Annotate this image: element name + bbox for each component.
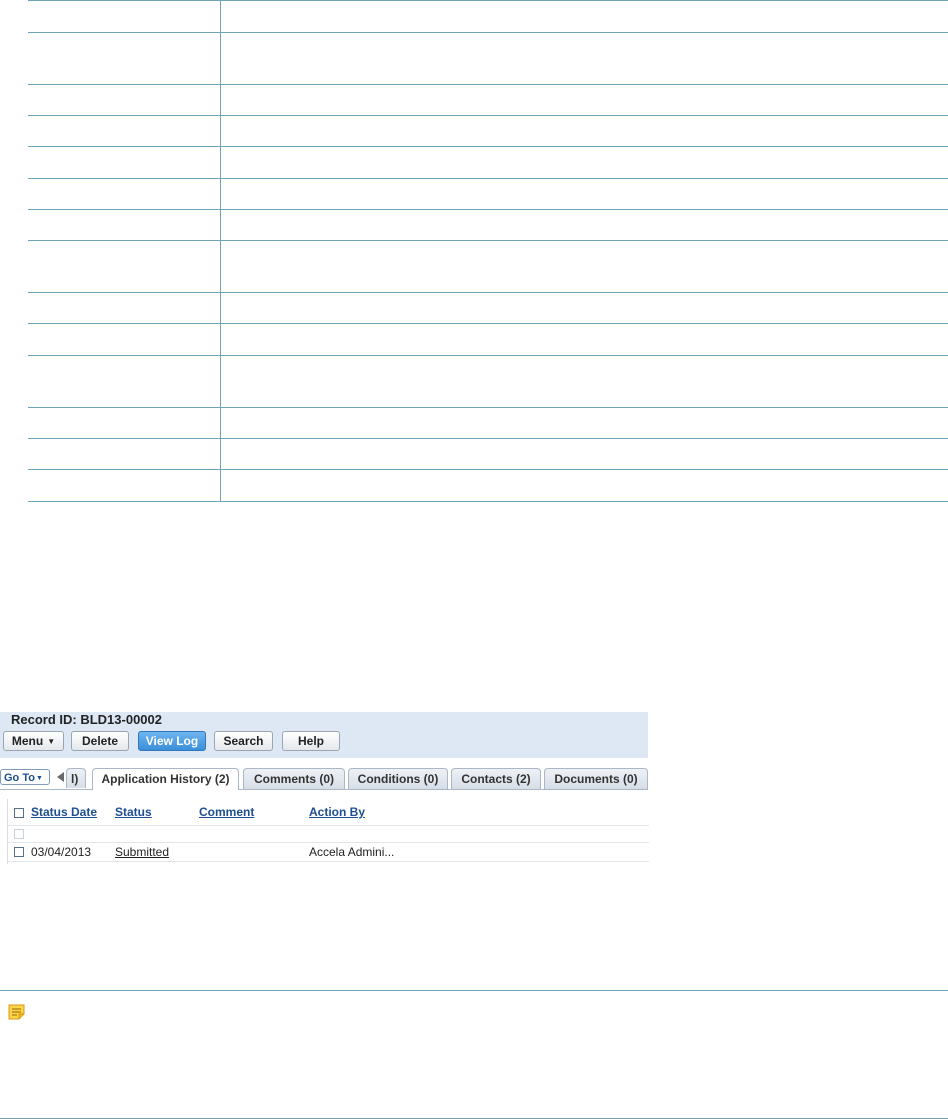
tab-comments[interactable]: Comments (0) <box>243 768 345 789</box>
table-rule <box>28 501 948 502</box>
tab-conditions[interactable]: Conditions (0) <box>348 768 448 789</box>
table-rule <box>28 469 948 470</box>
row-checkbox[interactable] <box>14 829 24 839</box>
tab-application-history[interactable]: Application History (2) <box>92 768 239 790</box>
table-rule <box>28 407 948 408</box>
table-rule <box>28 0 948 1</box>
table-rule <box>28 240 948 241</box>
view-log-button[interactable]: View Log <box>138 731 206 751</box>
go-to-dropdown[interactable]: Go To▼ <box>0 769 50 785</box>
column-status-date[interactable]: Status Date <box>31 805 97 819</box>
doc-table <box>28 0 948 502</box>
cell-status-date: 03/04/2013 <box>31 845 92 859</box>
record-id-label: Record ID: BLD13-00002 <box>11 712 162 727</box>
chevron-down-icon: ▼ <box>47 737 56 746</box>
table-rule <box>28 438 948 439</box>
table-column-divider <box>220 0 221 502</box>
menu-button-label: Menu <box>11 734 44 748</box>
table-rule <box>28 355 948 356</box>
row-checkbox[interactable] <box>14 847 24 857</box>
table-rule <box>28 32 948 33</box>
search-button[interactable]: Search <box>214 731 273 751</box>
table-rule <box>28 84 948 85</box>
arrow-left-icon[interactable] <box>57 772 64 782</box>
go-to-label: Go To <box>4 772 35 784</box>
column-status[interactable]: Status <box>115 805 152 819</box>
select-all-checkbox[interactable] <box>14 808 24 818</box>
tab-contacts[interactable]: Contacts (2) <box>451 768 541 789</box>
help-button[interactable]: Help <box>282 731 340 751</box>
table-rule <box>28 292 948 293</box>
menu-button[interactable]: Menu ▼ <box>3 731 64 751</box>
application-history-grid: Status Date Status Comment Action By 03/… <box>7 799 649 864</box>
delete-button[interactable]: Delete <box>71 731 129 751</box>
table-row <box>8 826 649 843</box>
record-screenshot: Record ID: BLD13-00002 Menu ▼ Delete View… <box>0 712 649 864</box>
table-row: 03/04/2013 Submitted Accela Admini... <box>8 843 649 862</box>
grid-header-row: Status Date Status Comment Action By <box>8 799 649 826</box>
tab-bar: Go To▼ l) Application History (2) Commen… <box>0 768 648 790</box>
column-action-by[interactable]: Action By <box>309 805 365 819</box>
record-header: Record ID: BLD13-00002 Menu ▼ Delete View… <box>0 712 648 758</box>
cell-action-by: Accela Admini... <box>309 845 395 859</box>
chevron-down-icon: ▼ <box>35 775 43 782</box>
table-rule <box>28 209 948 210</box>
table-rule <box>28 178 948 179</box>
table-rule <box>28 323 948 324</box>
note-rule-top <box>0 990 948 991</box>
tab-documents[interactable]: Documents (0) <box>544 768 648 789</box>
table-rule <box>28 146 948 147</box>
cell-status-link[interactable]: Submitted <box>115 845 169 859</box>
note-icon <box>8 1004 25 1020</box>
table-rule <box>28 115 948 116</box>
tab-partial[interactable]: l) <box>66 768 86 788</box>
column-comment[interactable]: Comment <box>199 805 254 819</box>
